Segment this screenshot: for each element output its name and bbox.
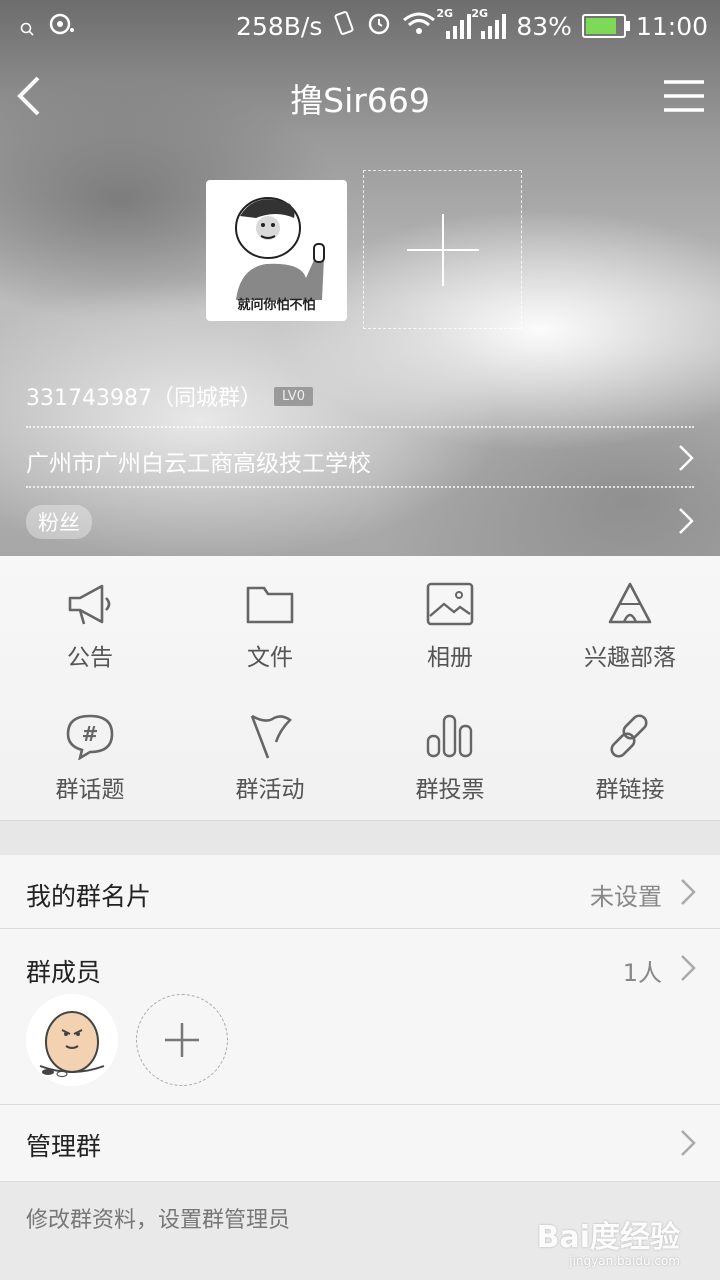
divider xyxy=(26,426,694,428)
watermark-url: jingyan.baidu.com xyxy=(569,1254,680,1268)
plus-icon xyxy=(165,1023,199,1057)
feature-label: 群投票 xyxy=(415,777,485,803)
photo-album-icon xyxy=(426,582,474,626)
flag-icon xyxy=(250,714,292,759)
egg-character-icon xyxy=(39,1011,105,1077)
feature-label: 文件 xyxy=(247,645,293,671)
fans-row[interactable]: 粉丝 xyxy=(26,505,694,539)
feature-label: 公告 xyxy=(67,645,113,671)
feature-topic[interactable]: # 群话题 xyxy=(0,688,180,820)
watermark: Bai度经验 jingyan.baidu.com xyxy=(537,1212,680,1268)
alarm-icon xyxy=(366,10,392,42)
network-type-label: 2G xyxy=(471,7,489,20)
network-type-label: 2G xyxy=(436,7,454,20)
svg-text:#: # xyxy=(82,722,99,746)
nav-bar: 撸Sir669 xyxy=(0,52,720,140)
group-location: 广州市广州白云工商高级技工学校 xyxy=(26,451,371,477)
feature-label: 群链接 xyxy=(595,777,665,803)
topic-hashtag-icon: # xyxy=(66,714,114,760)
my-group-card-row[interactable]: 我的群名片 未设置 xyxy=(0,855,720,928)
feature-vote[interactable]: 群投票 xyxy=(360,688,540,820)
battery-icon xyxy=(581,14,630,38)
menu-icon[interactable] xyxy=(664,78,704,114)
watermark-brand: Bai度经验 xyxy=(536,1220,680,1255)
feature-label: 群话题 xyxy=(55,777,125,803)
add-photo-button[interactable] xyxy=(363,170,522,329)
row-value: 未设置 xyxy=(590,883,662,911)
manage-group-hint: 修改群资料，设置群管理员 xyxy=(26,1208,291,1233)
divider xyxy=(26,486,694,488)
clock: 11:00 xyxy=(635,11,708,41)
chevron-right-icon xyxy=(679,508,694,534)
signal-icon: 2G xyxy=(436,7,472,39)
members-count: 1人 xyxy=(622,959,662,987)
page-title: 撸Sir669 xyxy=(290,81,430,120)
row-label: 群成员 xyxy=(26,958,102,987)
chevron-right-icon xyxy=(681,955,696,981)
signal-icon: 2G xyxy=(471,7,507,39)
manage-group-row[interactable]: 管理群 xyxy=(0,1105,720,1181)
group-location-row[interactable]: 广州市广州白云工商高级技工学校 xyxy=(26,444,694,478)
folder-icon xyxy=(246,586,294,624)
feature-label: 兴趣部落 xyxy=(584,645,676,671)
status-bar: 258B/s 2G 2G 83% 11:00 xyxy=(0,0,720,52)
group-id: 331743987（同城群） xyxy=(26,386,262,411)
chevron-right-icon xyxy=(681,879,696,905)
vote-bars-icon xyxy=(426,714,473,758)
feature-link[interactable]: 群链接 xyxy=(540,688,720,820)
avatar-caption: 就问你怕不怕 xyxy=(237,298,316,313)
link-icon xyxy=(610,714,648,758)
feature-activity[interactable]: 群活动 xyxy=(180,688,360,820)
tribe-icon xyxy=(608,582,652,624)
group-avatar[interactable]: 就问你怕不怕 xyxy=(206,180,347,321)
add-member-button[interactable] xyxy=(136,994,228,1086)
wifi-icon xyxy=(402,11,436,41)
level-badge: LV0 xyxy=(273,386,313,406)
row-label: 我的群名片 xyxy=(26,882,152,911)
feature-label: 相册 xyxy=(427,645,473,671)
search-icon xyxy=(20,13,34,42)
member-avatar[interactable] xyxy=(26,994,118,1086)
feature-tribe[interactable]: 兴趣部落 xyxy=(540,556,720,688)
chevron-right-icon xyxy=(681,1130,696,1156)
net-speed: 258B/s xyxy=(236,11,323,41)
plus-icon xyxy=(407,214,479,286)
group-id-row: 331743987（同城群） LV0 xyxy=(26,380,313,412)
vibrate-icon xyxy=(332,10,356,42)
feature-album[interactable]: 相册 xyxy=(360,556,540,688)
feature-label: 群活动 xyxy=(235,777,305,803)
feature-files[interactable]: 文件 xyxy=(180,556,360,688)
row-label: 管理群 xyxy=(26,1132,102,1161)
chevron-right-icon xyxy=(679,445,694,471)
battery-percent: 83% xyxy=(516,11,572,41)
fans-tag: 粉丝 xyxy=(26,505,92,539)
feature-announcement[interactable]: 公告 xyxy=(0,556,180,688)
divider xyxy=(0,1181,720,1182)
megaphone-icon xyxy=(68,584,111,625)
notification-icon xyxy=(48,12,76,42)
feature-grid: 公告 文件 相册 兴趣部落 # 群话题 群活动 群投票 群链接 xyxy=(0,556,720,820)
section-gap xyxy=(0,820,720,856)
